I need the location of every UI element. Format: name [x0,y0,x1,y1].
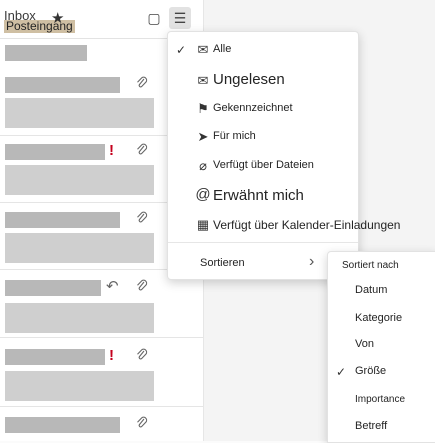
sort-label: Sortieren [200,257,245,269]
send-icon: ➤ [197,129,209,144]
sender-bar [5,212,120,228]
sort-item-label: Kategorie [355,312,403,324]
sort-item-subject[interactable]: Betreff [328,416,435,438]
filter-item-label: Erwähnt mich [213,187,304,204]
filter-item-label: Alle [213,43,232,55]
preview-block [5,233,154,263]
sort-header-label: Sortiert nach [342,260,399,271]
filter-item-label: Ungelesen [213,71,285,88]
at-sign-icon: @ [195,186,211,203]
filter-item-mentions-me[interactable]: @ Erwähnt mich [168,183,358,209]
sender-bar [5,417,120,433]
message-row[interactable]: ↶ [0,271,203,338]
sender-bar [5,349,105,365]
mail-icon: ✉ [197,42,209,57]
select-mode-icon[interactable]: ▢ [143,7,165,29]
preview-block [5,303,154,333]
sort-submenu: Sortiert nach Datum Kategorie Von ✓ Größ… [327,251,435,443]
attachment-icon [136,143,148,160]
sort-item-label: Datum [355,284,388,296]
filter-item-label: Gekennzeichnet [213,102,293,114]
sort-item-category[interactable]: Kategorie [328,308,435,330]
check-icon: ✓ [176,43,187,57]
menu-divider [168,242,358,243]
sort-header: Sortiert nach [328,256,435,278]
calendar-icon: ▦ [196,217,210,232]
sort-item-size[interactable]: ✓ Größe [328,361,435,383]
filter-item-label: Für mich [213,130,256,142]
filter-item-all[interactable]: ✓ ✉ Alle [168,37,358,63]
unread-mail-icon: ✉ [197,73,209,88]
reply-icon: ↶ [106,278,119,295]
filter-icon[interactable]: ☰ [169,7,191,29]
attachment-icon [136,348,148,365]
attachment-icon: ⌀ [199,158,207,173]
attachment-icon [136,211,148,228]
group-header-bar [5,45,87,61]
check-icon: ✓ [336,365,347,379]
flag-icon: ⚑ [197,101,209,116]
message-row[interactable]: ! [0,340,203,407]
preview-block [5,371,154,401]
filter-item-to-me[interactable]: ➤ Für mich [168,124,358,150]
attachment-icon [136,279,148,296]
attachment-icon [136,416,148,433]
filter-item-label: Verfügt über Dateien [213,159,314,171]
sort-item-label: Importance [355,394,406,405]
sender-bar [5,144,105,160]
attachment-icon [136,76,148,93]
sender-bar [5,280,101,296]
important-flag-icon: ! [109,347,114,364]
filter-item-unread[interactable]: ✉ Ungelesen [168,68,358,94]
sort-item-label: Betreff [355,420,388,432]
filter-item-flagged[interactable]: ⚑ Gekennzeichnet [168,96,358,122]
sort-item-date[interactable]: Datum [328,280,435,302]
preview-block [5,165,154,195]
sort-item-label: Größe [355,365,387,377]
sort-item-from[interactable]: Von [328,334,435,356]
star-icon[interactable]: ★ [51,9,64,27]
filter-item-calendar-invites[interactable]: ▦ Verfügt über Kalender-Einladungen [168,212,401,238]
chevron-right-icon: › [309,253,315,270]
sort-item-importance[interactable]: Importance [328,389,435,411]
message-row[interactable] [0,408,203,441]
filter-item-has-files[interactable]: ⌀ Verfügt über Dateien [168,153,358,179]
sort-item-label: Von [355,338,374,350]
sender-bar [5,77,120,93]
filter-item-label: Verfügt über Kalender-Einladungen [213,218,401,232]
preview-block [5,98,154,128]
filter-menu: ✓ ✉ Alle ✉ Ungelesen ⚑ Gekennzeichnet ➤ … [167,31,401,280]
important-flag-icon: ! [109,142,114,159]
